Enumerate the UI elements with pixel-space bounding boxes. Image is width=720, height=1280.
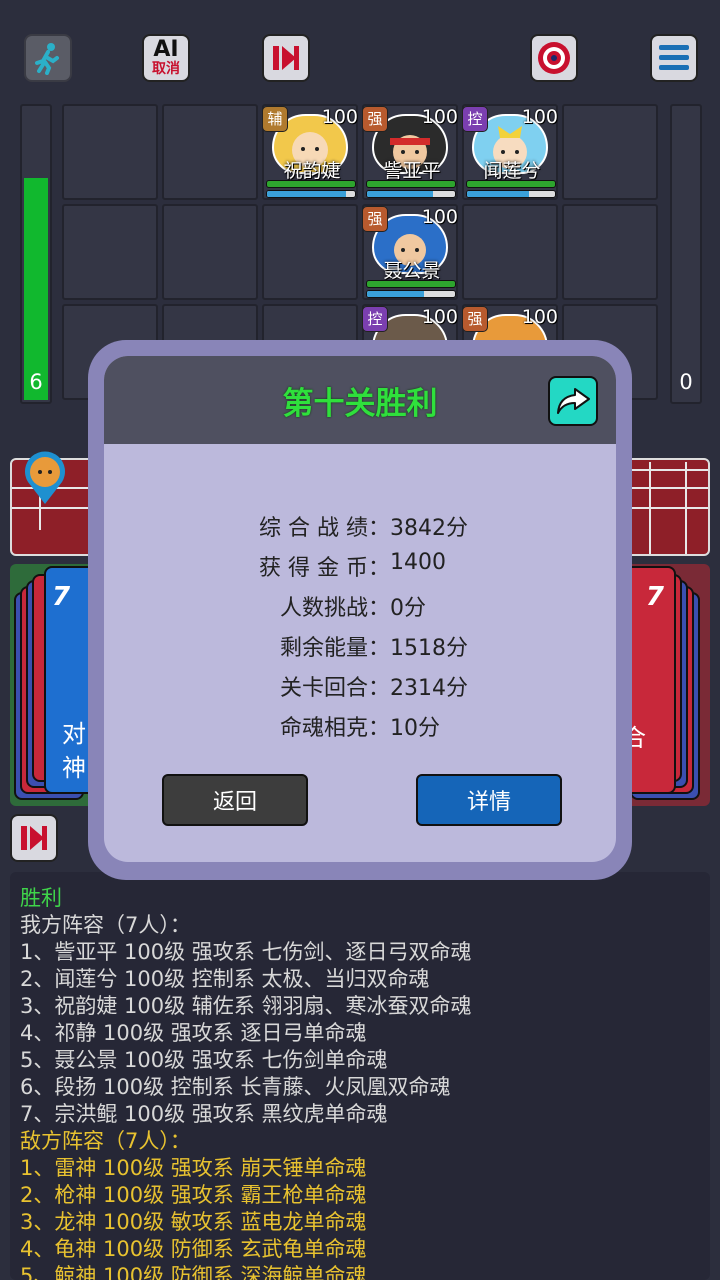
menu-button[interactable] [650, 34, 698, 82]
board-cell[interactable] [562, 204, 658, 300]
role-badge: 强 [462, 306, 488, 332]
board-cell[interactable] [462, 204, 558, 300]
hp-bar [466, 180, 556, 188]
hero-level: 100 [521, 106, 558, 128]
board-cell[interactable] [62, 104, 158, 200]
log-our-line: 5、聂公景 100级 强攻系 七伤剑单命魂 [20, 1048, 388, 1072]
log-enemy-line: 1、雷神 100级 强攻系 崩天锤单命魂 [20, 1156, 367, 1180]
running-man-icon [35, 43, 59, 75]
skip-button[interactable] [262, 34, 310, 82]
hp-bar [366, 280, 456, 288]
log-enemy-line: 2、枪神 100级 强攻系 霸王枪单命魂 [20, 1183, 367, 1207]
victory-dialog: 第十关胜利 综 合 战 绩： 3842分 获 得 金 币： 1400 人数挑战：… [88, 340, 632, 880]
deck-count-right: 7 [645, 582, 664, 612]
hero-unit[interactable]: 强 100 訾亚平 [362, 104, 462, 204]
energy-bar-right: 0 [670, 104, 702, 404]
log-our-line: 2、闻莲兮 100级 控制系 太极、当归双命魂 [20, 967, 430, 991]
board-cell[interactable] [262, 204, 358, 300]
log-our-header: 我方阵容（7人）： [20, 913, 191, 937]
details-button[interactable]: 详情 [416, 774, 562, 826]
skip-next-icon [273, 46, 299, 70]
player-location-pin-icon [22, 448, 68, 506]
hero-name: 祝韵婕 [283, 160, 341, 182]
hero-level: 100 [321, 106, 358, 128]
hero-name: 闻莲兮 [483, 160, 541, 182]
mp-bar [366, 190, 456, 198]
log-our-line: 4、祁静 100级 强攻系 逐日弓单命魂 [20, 1021, 367, 1045]
hero-name: 聂公景 [383, 260, 441, 282]
stat-label: 剩余能量： [279, 636, 390, 661]
ai-cancel-button[interactable]: AI 取消 [142, 34, 190, 82]
deck-count-left: 7 [52, 582, 71, 612]
stat-label: 人数挑战： [279, 596, 390, 621]
stat-value: 10分 [390, 716, 440, 741]
board-cell[interactable] [62, 204, 158, 300]
role-badge: 控 [362, 306, 388, 332]
hero-name: 訾亚平 [383, 160, 441, 182]
energy-bar-left: 6 [20, 104, 52, 404]
log-enemy-line: 3、龙神 100级 敏攻系 蓝电龙单命魂 [20, 1210, 367, 1234]
mp-fill [367, 191, 433, 197]
log-our-line: 6、段扬 100级 控制系 长青藤、火凤凰双命魂 [20, 1075, 451, 1099]
share-button[interactable] [548, 376, 598, 426]
stat-label: 关卡回合： [279, 676, 390, 701]
hamburger-menu-icon [659, 45, 689, 70]
energy-value-left: 6 [29, 370, 43, 394]
energy-fill-left [24, 178, 48, 400]
stat-label: 获 得 金 币： [259, 556, 390, 581]
log-enemy-header: 敌方阵容（7人）： [20, 1129, 191, 1153]
role-badge: 强 [362, 106, 388, 132]
mp-bar [266, 190, 356, 198]
ai-cancel-label: 取消 [152, 61, 180, 77]
hero-unit[interactable]: 控 100 闻莲兮 [462, 104, 562, 204]
dialog-header: 第十关胜利 [104, 356, 616, 444]
log-enemy-line: 5、鲸神 100级 防御系 深海鲸单命魂 [20, 1264, 367, 1280]
mp-bar [366, 290, 456, 298]
stat-value: 0分 [390, 596, 426, 621]
hero-level: 100 [521, 306, 558, 328]
role-badge: 辅 [262, 106, 288, 132]
target-icon [538, 42, 570, 74]
log-our-line: 7、宗洪鲲 100级 强攻系 黑纹虎单命魂 [20, 1102, 388, 1126]
card-text-left-1: 对 [62, 720, 86, 748]
skip-next-icon [21, 826, 47, 850]
log-result: 胜利 [20, 886, 62, 910]
log-our-line: 1、訾亚平 100级 强攻系 七伤剑、逐日弓双命魂 [20, 940, 472, 964]
skip-turn-button[interactable] [10, 814, 58, 862]
stat-value: 2314分 [390, 676, 468, 701]
stat-value: 1518分 [390, 636, 468, 661]
dialog-title: 第十关胜利 [282, 386, 438, 422]
hero-unit[interactable]: 辅 100 祝韵婕 [262, 104, 362, 204]
mp-fill [367, 291, 425, 297]
energy-value-right: 0 [679, 370, 693, 394]
card-text-left-2: 神 [62, 754, 86, 782]
run-button[interactable] [24, 34, 72, 82]
log-enemy-line: 4、龟神 100级 防御系 玄武龟单命魂 [20, 1237, 367, 1261]
hero-level: 100 [421, 306, 458, 328]
mp-fill [267, 191, 347, 197]
board-cell[interactable] [162, 104, 258, 200]
hero-level: 100 [421, 106, 458, 128]
victory-dialog-body: 第十关胜利 综 合 战 绩： 3842分 获 得 金 币： 1400 人数挑战：… [104, 356, 616, 862]
mp-bar [466, 190, 556, 198]
hero-level: 100 [421, 206, 458, 228]
board-cell[interactable] [562, 104, 658, 200]
role-badge: 强 [362, 206, 388, 232]
stat-value: 1400 [390, 550, 446, 575]
hp-bar [366, 180, 456, 188]
hero-unit[interactable]: 强 100 聂公景 [362, 204, 462, 304]
stat-value: 3842分 [390, 516, 468, 541]
mp-fill [467, 191, 529, 197]
role-badge: 控 [462, 106, 488, 132]
hp-bar [266, 180, 356, 188]
share-arrow-icon [557, 388, 590, 414]
log-our-line: 3、祝韵婕 100级 辅佐系 翎羽扇、寒冰蚕双命魂 [20, 994, 472, 1018]
stat-label: 综 合 战 绩： [259, 516, 390, 541]
board-cell[interactable] [162, 204, 258, 300]
ai-label: AI [153, 37, 179, 62]
target-button[interactable] [530, 34, 578, 82]
battle-log[interactable]: 胜利 我方阵容（7人）： 1、訾亚平 100级 强攻系 七伤剑、逐日弓双命魂 2… [10, 872, 710, 1280]
back-button[interactable]: 返回 [162, 774, 308, 826]
stat-label: 命魂相克： [279, 716, 390, 741]
